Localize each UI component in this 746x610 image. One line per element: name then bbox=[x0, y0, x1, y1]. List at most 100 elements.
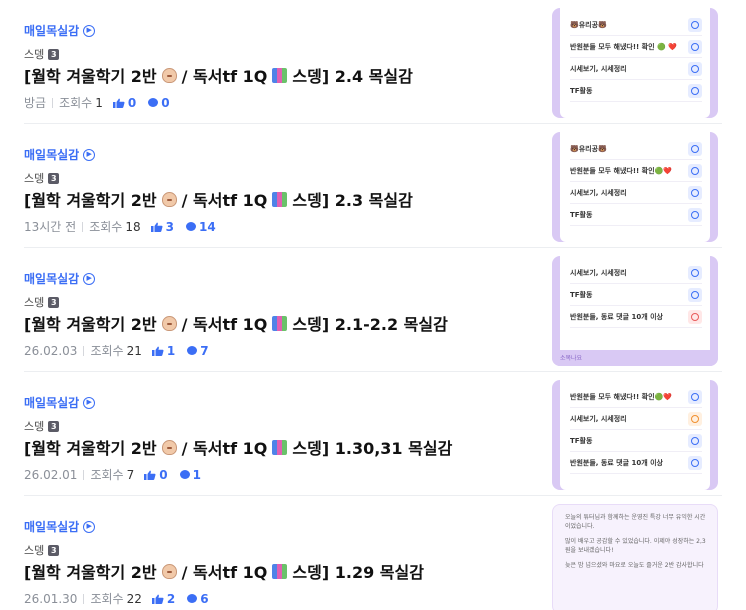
title-prefix: [월학 겨울학기 2반 bbox=[24, 67, 157, 86]
thumbs-up-icon bbox=[112, 98, 125, 108]
post-title[interactable]: [월학 겨울학기 2반 / 독서tf 1Q 스뎅] 2.3 목실감 bbox=[24, 187, 524, 211]
author[interactable]: 스뎅 3 bbox=[24, 170, 60, 186]
thumb-row-text: 반원분들 모두 해냈다!! 확인🟢❤️ bbox=[570, 392, 672, 401]
author-name: 스뎅 bbox=[24, 544, 45, 557]
views-count: 22 bbox=[126, 591, 142, 606]
comment-count: 14 bbox=[185, 220, 216, 234]
books-emoji-icon bbox=[272, 67, 288, 83]
chevron-right-icon: ▶ bbox=[83, 520, 96, 533]
divider bbox=[52, 97, 54, 108]
face-emoji-icon bbox=[161, 439, 177, 455]
views-count: 21 bbox=[126, 343, 142, 358]
thumb-row-text: 🐻유리공🐻 bbox=[570, 144, 607, 153]
post-title[interactable]: [월학 겨울학기 2반 / 독서tf 1Q 스뎅] 2.4 목실감 bbox=[24, 63, 524, 87]
board-name: 매일목실감 bbox=[24, 396, 80, 410]
post-thumbnail[interactable]: 시세보기, 시세정리 TF활동 반원분들, 동료 댓글 10개 이상 소목나요 bbox=[552, 256, 718, 366]
face-emoji-icon bbox=[161, 563, 177, 579]
divider bbox=[83, 345, 85, 356]
thumb-row: 반원분들 모두 해냈다!! 확인🟢❤️ bbox=[570, 160, 702, 182]
thumb-row-text: 반원분들 모두 해냈다!! 확인 🟢 ❤️ bbox=[570, 42, 677, 51]
title-prefix: [월학 겨울학기 2반 bbox=[24, 191, 157, 210]
post-thumbnail[interactable]: 반원분들 모두 해냈다!! 확인🟢❤️ 시세보기, 시세정리 TF활동 반원분들… bbox=[552, 380, 718, 490]
thumbs-up-icon bbox=[151, 594, 164, 604]
post-item[interactable]: 매일목실감 ▶ 스뎅 3 [월학 겨울학기 2반 / 독서tf 1Q 스뎅] 2… bbox=[0, 0, 746, 124]
search-icon bbox=[688, 83, 702, 98]
thumb-row: TF활동 bbox=[570, 80, 702, 102]
thumb-card: 🐻유리공🐻 반원분들 모두 해냈다!! 확인🟢❤️ 시세보기, 시세정리 TF활… bbox=[560, 132, 710, 242]
thumb-row: 시세보기, 시세정리 bbox=[570, 408, 702, 430]
thumb-card: 🐻유리공🐻 반원분들 모두 해냈다!! 확인 🟢 ❤️ 시세보기, 시세정리 T… bbox=[560, 8, 710, 118]
post-item[interactable]: 매일목실감 ▶ 스뎅 3 [월학 겨울학기 2반 / 독서tf 1Q 스뎅] 2… bbox=[0, 248, 746, 372]
comment-bubble-icon bbox=[185, 222, 196, 231]
thumb-row-text: 반원분들 모두 해냈다!! 확인🟢❤️ bbox=[570, 166, 672, 175]
author[interactable]: 스뎅 3 bbox=[24, 542, 60, 558]
thumb-row: TF활동 bbox=[570, 430, 702, 452]
thumb-footer: 소목나요 bbox=[552, 350, 718, 366]
thumb-row-text: 반원분들, 동료 댓글 10개 이상 bbox=[570, 312, 663, 321]
books-emoji-icon bbox=[272, 563, 288, 579]
title-prefix: [월학 겨울학기 2반 bbox=[24, 315, 157, 334]
title-middle: / 독서tf 1Q bbox=[181, 563, 268, 582]
search-icon bbox=[688, 207, 702, 222]
search-icon bbox=[688, 185, 702, 200]
board-link[interactable]: 매일목실감 ▶ bbox=[24, 518, 96, 535]
face-emoji-icon bbox=[161, 67, 177, 83]
level-badge: 3 bbox=[48, 172, 60, 184]
views-label: 조회수 bbox=[89, 220, 123, 234]
post-item[interactable]: 매일목실감 ▶ 스뎅 3 [월학 겨울학기 2반 / 독서tf 1Q 스뎅] 2… bbox=[0, 124, 746, 248]
comment-count: 7 bbox=[187, 344, 209, 358]
thumb-row: 🐻유리공🐻 bbox=[570, 138, 702, 160]
author[interactable]: 스뎅 3 bbox=[24, 418, 60, 434]
comment-count: 1 bbox=[179, 467, 201, 482]
post-item[interactable]: 매일목실감 ▶ 스뎅 3 [월학 겨울학기 2반 / 독서tf 1Q 스뎅] 1… bbox=[0, 496, 746, 610]
like-count: 1 bbox=[151, 343, 176, 358]
thumb-row-text: TF활동 bbox=[570, 436, 593, 445]
thumb-row-text: TF활동 bbox=[570, 86, 593, 95]
author[interactable]: 스뎅 3 bbox=[24, 294, 60, 310]
post-title[interactable]: [월학 겨울학기 2반 / 독서tf 1Q 스뎅] 2.1-2.2 목실감 bbox=[24, 311, 524, 335]
post-thumbnail[interactable]: 오늘의 튜터님과 함께하는 운영진 특강 너무 유익한 시간이었습니다. 많이 배… bbox=[552, 504, 718, 610]
comment-bubble-icon bbox=[187, 346, 198, 355]
board-name: 매일목실감 bbox=[24, 24, 80, 38]
thumb-text: 오늘의 튜터님과 함께하는 운영진 특강 너무 유익한 시간이었습니다. 많이 배… bbox=[565, 513, 707, 576]
books-emoji-icon bbox=[272, 439, 288, 455]
chevron-right-icon: ▶ bbox=[83, 24, 96, 37]
post-date: 26.01.30 bbox=[24, 591, 78, 606]
post-item[interactable]: 매일목실감 ▶ 스뎅 3 [월학 겨울학기 2반 / 독서tf 1Q 스뎅] 1… bbox=[0, 372, 746, 496]
comment-bubble-icon bbox=[179, 470, 190, 479]
title-prefix: [월학 겨울학기 2반 bbox=[24, 439, 157, 458]
author[interactable]: 스뎅 3 bbox=[24, 46, 60, 62]
thumbs-up-icon bbox=[150, 222, 163, 232]
board-link[interactable]: 매일목실감 ▶ bbox=[24, 270, 96, 287]
thumbs-up-icon bbox=[144, 470, 156, 480]
board-link[interactable]: 매일목실감 ▶ bbox=[24, 22, 96, 39]
post-feed: 매일목실감 ▶ 스뎅 3 [월학 겨울학기 2반 / 독서tf 1Q 스뎅] 2… bbox=[0, 0, 746, 610]
thumb-row: 반원분들 모두 해냈다!! 확인🟢❤️ bbox=[570, 386, 702, 408]
thumb-row: 반원분들, 동료 댓글 10개 이상 bbox=[570, 306, 702, 328]
thumb-row-text: TF활동 bbox=[570, 210, 593, 219]
title-middle: / 독서tf 1Q bbox=[181, 67, 268, 86]
search-icon bbox=[688, 61, 702, 76]
views-label: 조회수 bbox=[59, 96, 93, 110]
post-thumbnail[interactable]: 🐻유리공🐻 반원분들 모두 해냈다!! 확인🟢❤️ 시세보기, 시세정리 TF활… bbox=[552, 132, 718, 242]
face-emoji-icon bbox=[161, 315, 177, 331]
post-date: 26.02.01 bbox=[24, 467, 78, 482]
comment-number: 1 bbox=[192, 467, 201, 482]
thumb-row-text: 🐻유리공🐻 bbox=[570, 20, 607, 29]
board-link[interactable]: 매일목실감 ▶ bbox=[24, 394, 96, 411]
face-emoji-icon bbox=[161, 191, 177, 207]
thumb-row-text: 반원분들, 동료 댓글 10개 이상 bbox=[570, 458, 663, 467]
author-name: 스뎅 bbox=[24, 420, 45, 433]
board-link[interactable]: 매일목실감 ▶ bbox=[24, 146, 96, 163]
search-icon bbox=[688, 309, 702, 324]
title-suffix: 스뎅] 1.29 목실감 bbox=[292, 563, 424, 582]
thumb-row: 반원분들 모두 해냈다!! 확인 🟢 ❤️ bbox=[570, 36, 702, 58]
post-title[interactable]: [월학 겨울학기 2반 / 독서tf 1Q 스뎅] 1.30,31 목실감 bbox=[24, 435, 524, 459]
like-number: 1 bbox=[166, 343, 176, 358]
comment-number: 0 bbox=[161, 95, 170, 110]
post-date: 13시간 전 bbox=[24, 220, 77, 234]
post-title[interactable]: [월학 겨울학기 2반 / 독서tf 1Q 스뎅] 1.29 목실감 bbox=[24, 559, 524, 583]
post-meta: 방금 조회수 1 0 0 bbox=[24, 94, 170, 111]
post-thumbnail[interactable]: 🐻유리공🐻 반원분들 모두 해냈다!! 확인 🟢 ❤️ 시세보기, 시세정리 T… bbox=[552, 8, 718, 118]
thumb-row-text: 시세보기, 시세정리 bbox=[570, 188, 627, 197]
